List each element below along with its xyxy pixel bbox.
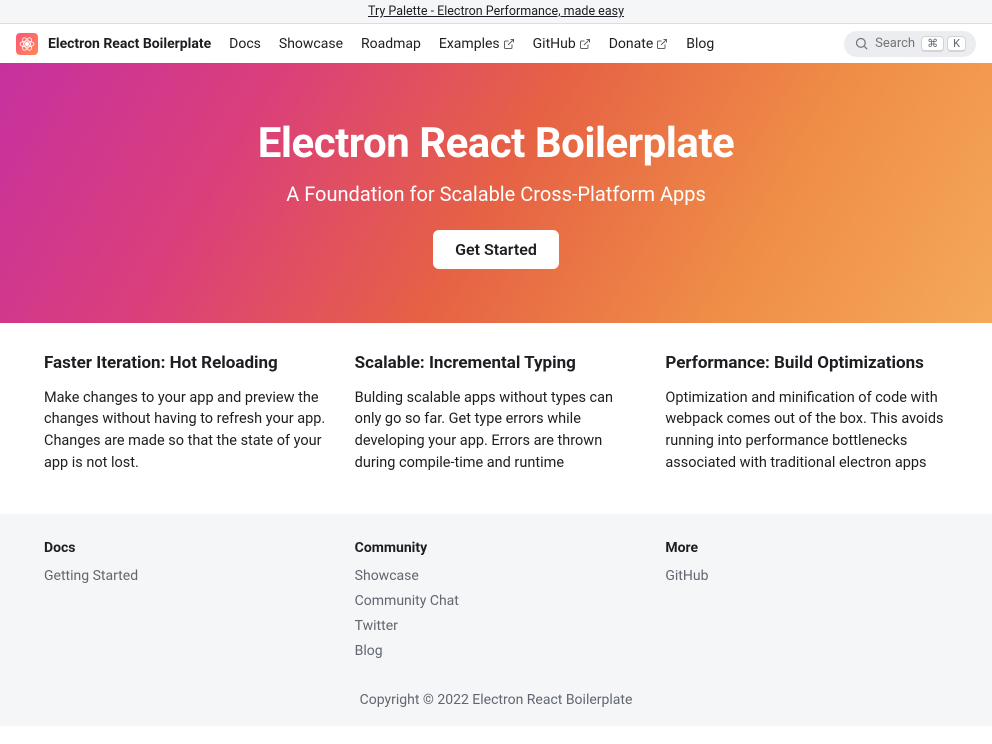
footer-link-twitter[interactable]: Twitter	[355, 618, 398, 634]
navbar-brand-text: Electron React Boilerplate	[48, 36, 211, 52]
footer-link-community-chat[interactable]: Community Chat	[355, 593, 459, 609]
feature-title: Performance: Build Optimizations	[665, 351, 948, 377]
nav-link-examples[interactable]: Examples	[439, 36, 515, 52]
search-placeholder: Search	[875, 36, 915, 51]
external-link-icon	[656, 38, 668, 50]
footer-link-blog[interactable]: Blog	[355, 643, 383, 659]
feature-body: Bulding scalable apps without types can …	[355, 387, 638, 474]
footer-link-github[interactable]: GitHub	[665, 568, 708, 584]
footer: Docs Getting Started Community Showcase …	[0, 514, 992, 726]
feature-body: Optimization and minification of code wi…	[665, 387, 948, 474]
footer-heading: More	[665, 540, 948, 556]
navbar-links: Docs Showcase Roadmap Examples GitHub Do…	[229, 36, 714, 52]
footer-col-docs: Docs Getting Started	[44, 540, 327, 668]
feature-incremental-typing: Scalable: Incremental Typing Bulding sca…	[355, 351, 638, 474]
external-link-icon	[579, 38, 591, 50]
announcement-link[interactable]: Try Palette - Electron Performance, made…	[368, 4, 624, 19]
nav-link-roadmap[interactable]: Roadmap	[361, 36, 421, 52]
navbar: Electron React Boilerplate Docs Showcase…	[0, 24, 992, 63]
footer-heading: Docs	[44, 540, 327, 556]
footer-link-getting-started[interactable]: Getting Started	[44, 568, 138, 584]
feature-build-optimizations: Performance: Build Optimizations Optimiz…	[665, 351, 948, 474]
search-icon	[854, 36, 869, 51]
feature-title: Scalable: Incremental Typing	[355, 351, 638, 377]
footer-heading: Community	[355, 540, 638, 556]
nav-link-donate[interactable]: Donate	[609, 36, 669, 52]
features: Faster Iteration: Hot Reloading Make cha…	[26, 323, 966, 514]
nav-link-docs[interactable]: Docs	[229, 36, 261, 52]
footer-copyright: Copyright © 2022 Electron React Boilerpl…	[0, 692, 992, 708]
footer-col-more: More GitHub	[665, 540, 948, 668]
search-shortcut: ⌘ K	[921, 36, 966, 52]
nav-link-showcase[interactable]: Showcase	[279, 36, 343, 52]
footer-link-showcase[interactable]: Showcase	[355, 568, 419, 584]
search-button[interactable]: Search ⌘ K	[844, 31, 976, 57]
feature-hot-reloading: Faster Iteration: Hot Reloading Make cha…	[44, 351, 327, 474]
announcement-bar: Try Palette - Electron Performance, made…	[0, 0, 992, 24]
get-started-button[interactable]: Get Started	[433, 230, 559, 269]
nav-link-github[interactable]: GitHub	[533, 36, 591, 52]
hero-title: Electron React Boilerplate	[20, 119, 972, 168]
feature-body: Make changes to your app and preview the…	[44, 387, 327, 474]
nav-link-blog[interactable]: Blog	[686, 36, 714, 52]
electron-react-logo	[16, 33, 38, 55]
feature-title: Faster Iteration: Hot Reloading	[44, 351, 327, 377]
external-link-icon	[503, 38, 515, 50]
navbar-brand-group[interactable]: Electron React Boilerplate	[16, 33, 211, 55]
hero-subtitle: A Foundation for Scalable Cross-Platform…	[20, 182, 972, 206]
footer-col-community: Community Showcase Community Chat Twitte…	[355, 540, 638, 668]
hero: Electron React Boilerplate A Foundation …	[0, 63, 992, 323]
